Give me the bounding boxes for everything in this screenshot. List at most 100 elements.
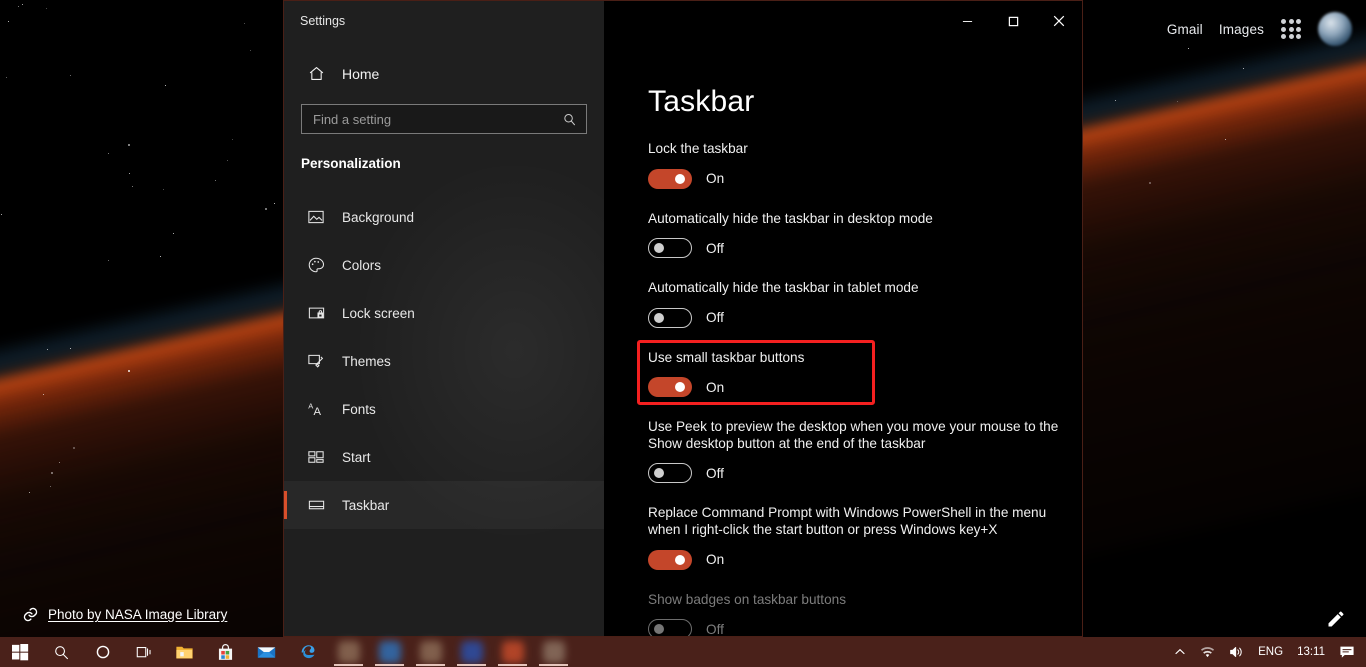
toggle-row: On [648, 549, 1073, 570]
google-top-bar: Gmail Images [1126, 0, 1366, 58]
sidebar-nav-list: Background Colors Lock screen Themes A A Fonts… [284, 193, 604, 529]
titlebar-drag-region[interactable] [604, 1, 944, 41]
sidebar-item-colors[interactable]: Colors [284, 241, 604, 289]
svg-text:A: A [313, 406, 321, 418]
sidebar-item-lock-screen[interactable]: Lock screen [284, 289, 604, 337]
file-explorer-button[interactable] [164, 637, 205, 667]
avatar[interactable] [1318, 12, 1352, 46]
running-app-5[interactable] [492, 637, 533, 667]
action-center-button[interactable] [1332, 637, 1362, 667]
app-icon [378, 641, 401, 663]
toggle-row: Off [648, 238, 1073, 259]
edge-button[interactable] [287, 637, 328, 667]
toggle-switch[interactable] [648, 377, 692, 398]
gmail-link[interactable]: Gmail [1167, 22, 1203, 37]
toggle-knob [675, 382, 685, 393]
app-icon [419, 641, 442, 663]
speaker-icon [1230, 647, 1242, 657]
search-icon [53, 644, 70, 661]
task-view-button[interactable] [123, 637, 164, 667]
maximize-button[interactable] [990, 1, 1036, 41]
setting-show-badges-on-taskbar-buttons: Show badges on taskbar buttons Off [648, 592, 1073, 636]
store-bag-icon [217, 643, 234, 661]
chevron-up-icon [1175, 648, 1185, 655]
setting-label: Use Peek to preview the desktop when you… [648, 419, 1059, 451]
wifi-icon [1201, 646, 1215, 657]
cortana-button[interactable] [82, 637, 123, 667]
system-tray: ENG 13:11 [1167, 637, 1366, 667]
search-icon[interactable] [562, 112, 577, 127]
toggle-switch[interactable] [648, 168, 692, 189]
running-app-4[interactable] [451, 637, 492, 667]
tray-volume-button[interactable] [1222, 637, 1251, 667]
photo-credit-text[interactable]: Photo by NASA Image Library [48, 607, 227, 622]
toggle-state-label: Off [706, 310, 724, 326]
svg-text:A: A [308, 401, 313, 410]
lock-screen-icon [306, 304, 326, 322]
sidebar-item-start[interactable]: Start [284, 433, 604, 481]
setting-label: Show badges on taskbar buttons [648, 591, 846, 607]
tray-network-button[interactable] [1193, 637, 1222, 667]
toggle-knob [675, 173, 685, 184]
setting-label: Lock the taskbar [648, 141, 748, 156]
window-caption-buttons [944, 1, 1082, 41]
tray-language-button[interactable]: ENG [1251, 637, 1290, 667]
folder-icon [175, 644, 194, 661]
apps-grid-icon[interactable] [1280, 18, 1302, 40]
toggle-state-label: On [706, 171, 725, 187]
toggle-switch[interactable] [648, 238, 692, 259]
sidebar-home-label: Home [342, 65, 380, 82]
sidebar-item-label: Lock screen [342, 305, 415, 321]
sidebar-item-taskbar[interactable]: Taskbar [284, 481, 604, 529]
tray-clock[interactable]: 13:11 [1290, 637, 1332, 667]
tray-overflow-button[interactable] [1167, 637, 1193, 667]
start-button[interactable] [0, 637, 41, 667]
taskbar-buttons [0, 637, 574, 667]
setting-replace-command-prompt-with-windows-powe: Replace Command Prompt with Windows Powe… [648, 505, 1073, 570]
toggle-knob [654, 468, 664, 479]
toggle-state-label: Off [706, 465, 724, 481]
settings-main-pane: Taskbar Lock the taskbar On Automatically … [604, 41, 1082, 636]
microsoft-store-button[interactable] [205, 637, 246, 667]
sidebar-item-home[interactable]: Home [284, 59, 604, 88]
fonts-icon: AA [306, 400, 326, 418]
cortana-circle-icon [95, 644, 111, 660]
pencil-icon[interactable] [1326, 609, 1346, 629]
settings-sidebar: Home Personalization Background Colors Loc… [284, 41, 604, 636]
search-button[interactable] [41, 637, 82, 667]
running-app-2[interactable] [369, 637, 410, 667]
toggle-row: Off [648, 463, 1073, 484]
settings-list: Lock the taskbar On Automatically hide the… [648, 141, 1082, 636]
page-title: Taskbar [648, 85, 755, 118]
toggle-switch[interactable] [648, 307, 692, 328]
search-box[interactable] [301, 104, 587, 134]
running-indicator [457, 664, 486, 666]
sidebar-item-fonts[interactable]: A A Fonts [284, 385, 604, 433]
toggle-knob [675, 554, 685, 565]
toggle-state-label: Off [706, 621, 724, 636]
minimize-button[interactable] [944, 1, 990, 41]
toggle-switch[interactable] [648, 463, 692, 484]
start-icon [306, 448, 326, 466]
toggle-switch[interactable] [648, 549, 692, 570]
close-button[interactable] [1036, 1, 1082, 41]
running-app-3[interactable] [410, 637, 451, 667]
window-title: Settings [300, 14, 346, 28]
photo-credit[interactable]: Photo by NASA Image Library [22, 606, 227, 623]
sidebar-section-title: Personalization [301, 156, 401, 171]
running-app-6[interactable] [533, 637, 574, 667]
toggle-state-label: On [706, 552, 725, 568]
palette-icon [306, 256, 326, 274]
sidebar-item-label: Fonts [342, 401, 376, 417]
running-app-1[interactable] [328, 637, 369, 667]
mail-button[interactable] [246, 637, 287, 667]
home-icon [306, 65, 326, 82]
toggle-knob [654, 624, 664, 635]
sidebar-item-label: Start [342, 449, 371, 465]
images-link[interactable]: Images [1219, 22, 1264, 37]
running-indicator [375, 664, 404, 666]
sidebar-item-themes[interactable]: Themes [284, 337, 604, 385]
search-input[interactable] [313, 111, 562, 127]
minimize-icon [962, 20, 972, 22]
sidebar-item-background[interactable]: Background [284, 193, 604, 241]
